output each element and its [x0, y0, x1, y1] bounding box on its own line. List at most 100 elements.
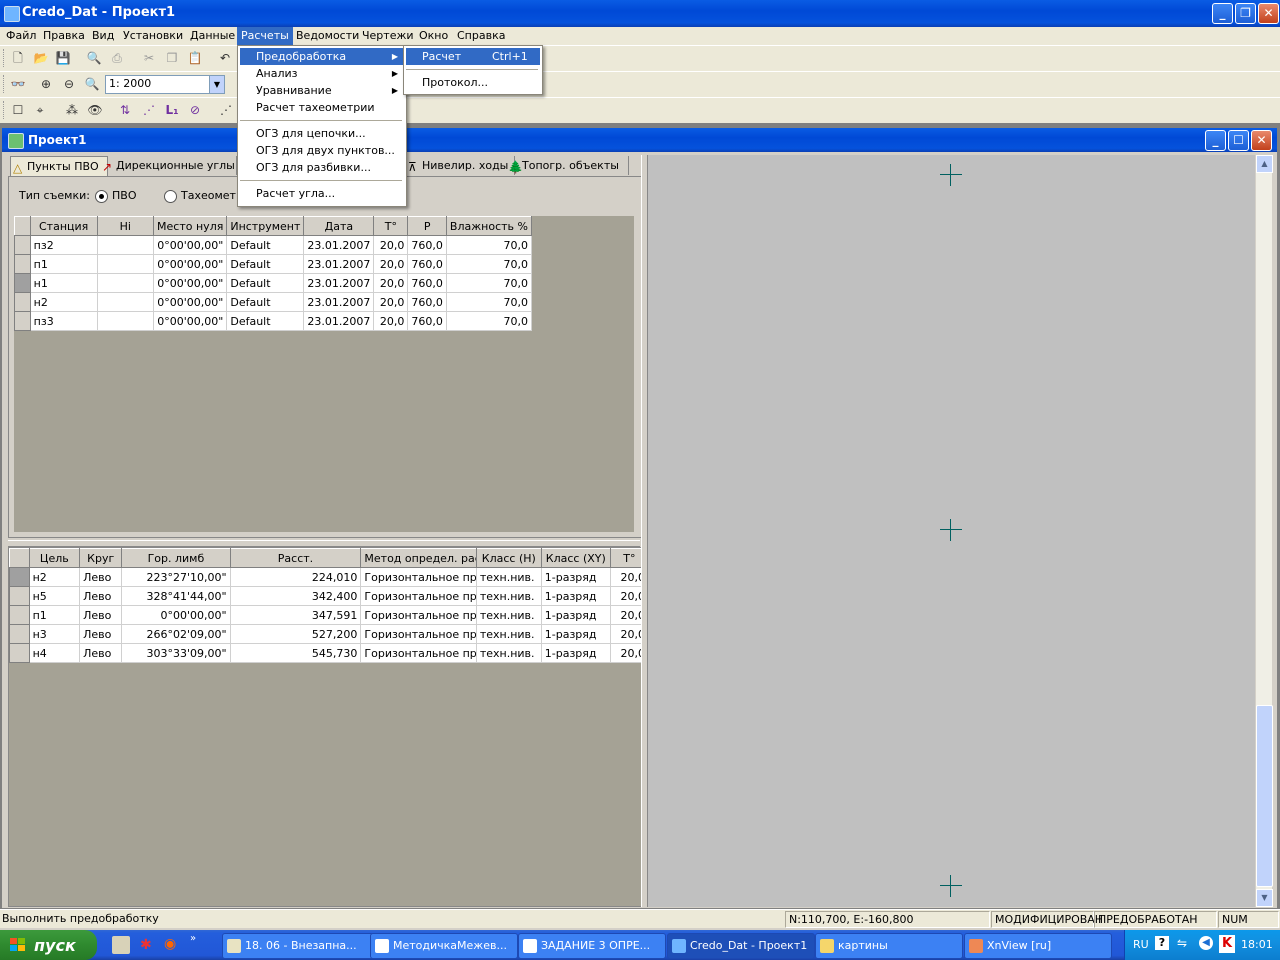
cell[interactable]: 70,0 [445, 235, 533, 255]
row-header[interactable] [9, 643, 30, 663]
plan-canvas[interactable] [648, 155, 1255, 907]
cell[interactable]: Default [226, 273, 305, 293]
col-header[interactable]: T° [373, 216, 409, 236]
cell[interactable]: 760,0 [407, 235, 447, 255]
col-header[interactable]: Инструмент [226, 216, 305, 236]
kaspersky-icon[interactable]: K [1219, 935, 1235, 953]
menu-item-protocol[interactable]: Протокол... [406, 74, 540, 91]
cell[interactable]: пз3 [29, 311, 98, 331]
menu-view[interactable]: Вид [88, 27, 118, 45]
cell[interactable]: 20,0 [609, 586, 641, 606]
minimize-button[interactable]: _ [1212, 3, 1233, 24]
cell[interactable]: 70,0 [445, 273, 533, 293]
cell[interactable]: 1-разряд [540, 643, 611, 663]
cell[interactable]: 70,0 [445, 292, 533, 312]
menu-help[interactable]: Справка [453, 27, 509, 45]
cell[interactable]: 20,0 [373, 292, 409, 312]
menu-item-angle-calc[interactable]: Расчет угла... [240, 185, 404, 202]
menu-item-calculate[interactable]: Расчет Ctrl+1 [406, 48, 540, 65]
table-row[interactable]: п1 Лево 0°00'00,00" 347,591 Горизонтальное п… [9, 605, 641, 625]
col-header[interactable]: T° [609, 548, 641, 568]
cell[interactable]: 0°00'00,00" [153, 292, 228, 312]
cell[interactable]: п1 [29, 254, 98, 274]
scale-combo[interactable]: 1: 2000 ▼ [105, 75, 225, 94]
zoom-out-icon[interactable]: ⊖ [61, 76, 77, 92]
cell[interactable]: 0°00'00,00" [153, 311, 228, 331]
cell[interactable]: 23.01.2007 [303, 311, 375, 331]
row-header[interactable] [14, 311, 31, 331]
cell[interactable]: Горизонтальное проложение [360, 643, 477, 663]
cell[interactable]: Лево [79, 624, 123, 644]
cell[interactable]: 303°33'09,00" [121, 643, 231, 663]
cell[interactable]: 760,0 [407, 254, 447, 274]
col-header[interactable]: Место нуля [153, 216, 228, 236]
quicklaunch-bug-icon[interactable]: ✱ [140, 937, 152, 953]
cell[interactable]: техн.нив. [475, 643, 542, 663]
cell[interactable]: 23.01.2007 [303, 292, 375, 312]
network-icon[interactable]: ⇋ [1177, 936, 1187, 950]
select-rect-icon[interactable]: ☐ [10, 102, 26, 118]
cell[interactable]: Лево [79, 643, 123, 663]
task-button[interactable]: XnView [ru] [964, 933, 1112, 959]
cell[interactable]: 760,0 [407, 311, 447, 331]
table-row[interactable]: н2 Лево 223°27'10,00" 224,010 Горизонтальное… [9, 567, 641, 587]
col-header[interactable]: Станция [29, 216, 98, 236]
radio-pvo[interactable] [95, 190, 108, 203]
cell[interactable]: 1-разряд [540, 624, 611, 644]
task-button[interactable]: МетодичкаМежев... [370, 933, 518, 959]
row-header[interactable] [9, 567, 30, 587]
col-header[interactable]: Расст. [229, 548, 362, 568]
vertical-splitter[interactable] [641, 155, 648, 907]
cell[interactable]: 760,0 [407, 292, 447, 312]
binoculars-icon[interactable]: 👁 [87, 102, 103, 118]
chevron-right-icon[interactable]: » [190, 933, 196, 944]
cell[interactable]: 20,0 [609, 567, 641, 587]
cell[interactable]: 20,0 [373, 311, 409, 331]
menu-data[interactable]: Данные [186, 27, 239, 45]
cell[interactable] [96, 311, 155, 331]
scroll-up-icon[interactable]: ▲ [1256, 155, 1273, 173]
copy-icon[interactable]: ❐ [164, 50, 180, 66]
menu-item-preprocessing[interactable]: Предобработка ▶ [240, 48, 404, 65]
table-row[interactable]: пз2 0°00'00,00" Default 23.01.2007 20,0 760,0… [14, 235, 533, 255]
table-row[interactable]: пз3 0°00'00,00" Default 23.01.2007 20,0 760,0… [14, 311, 533, 331]
horizontal-splitter[interactable] [8, 540, 640, 547]
restore-button[interactable]: ❐ [1235, 3, 1256, 24]
menu-calculations[interactable]: Расчеты [237, 27, 293, 45]
cell[interactable]: 347,591 [229, 605, 362, 625]
zoom-in-icon[interactable]: ⊕ [38, 76, 54, 92]
save-icon[interactable]: 💾 [55, 50, 71, 66]
quicklaunch-icon[interactable] [112, 936, 130, 954]
cell[interactable]: 1-разряд [540, 567, 611, 587]
row-header[interactable] [14, 292, 31, 312]
cell[interactable]: 266°02'09,00" [121, 624, 231, 644]
radio-tacheometer[interactable] [164, 190, 177, 203]
menu-window[interactable]: Окно [415, 27, 452, 45]
menu-drawings[interactable]: Чертежи [358, 27, 418, 45]
zoom-window-icon[interactable]: 🔍 [84, 76, 100, 92]
select-polygon-icon[interactable]: ⌖ [32, 102, 48, 118]
cell[interactable]: 0°00'00,00" [153, 254, 228, 274]
cell[interactable]: 760,0 [407, 273, 447, 293]
cell[interactable]: п1 [28, 605, 81, 625]
cell[interactable]: 70,0 [445, 311, 533, 331]
cell[interactable] [96, 254, 155, 274]
table-row[interactable]: н2 0°00'00,00" Default 23.01.2007 20,0 760,0 7… [14, 292, 533, 312]
traverse-icon[interactable]: ⋰ [141, 102, 157, 118]
menu-settings[interactable]: Установки [119, 27, 187, 45]
tab-directions[interactable]: ↗ Дирекционные углы [100, 156, 237, 175]
cell[interactable]: Горизонтальное проложение [360, 586, 477, 606]
language-indicator[interactable]: RU [1133, 938, 1149, 951]
cell[interactable]: 20,0 [373, 235, 409, 255]
cell[interactable]: 0°00'00,00" [121, 605, 231, 625]
cell[interactable] [96, 273, 155, 293]
cell[interactable]: 1-разряд [540, 605, 611, 625]
cell[interactable]: Default [226, 235, 305, 255]
ellipse-icon[interactable]: ⊘ [187, 102, 203, 118]
cell[interactable]: 23.01.2007 [303, 273, 375, 293]
task-button-active[interactable]: Credo_Dat - Проект1 [667, 933, 815, 959]
row-header[interactable] [9, 605, 30, 625]
child-maximize-button[interactable]: ☐ [1228, 130, 1249, 151]
cut-icon[interactable]: ✂ [141, 50, 157, 66]
table-row[interactable]: п1 0°00'00,00" Default 23.01.2007 20,0 760,0 7… [14, 254, 533, 274]
